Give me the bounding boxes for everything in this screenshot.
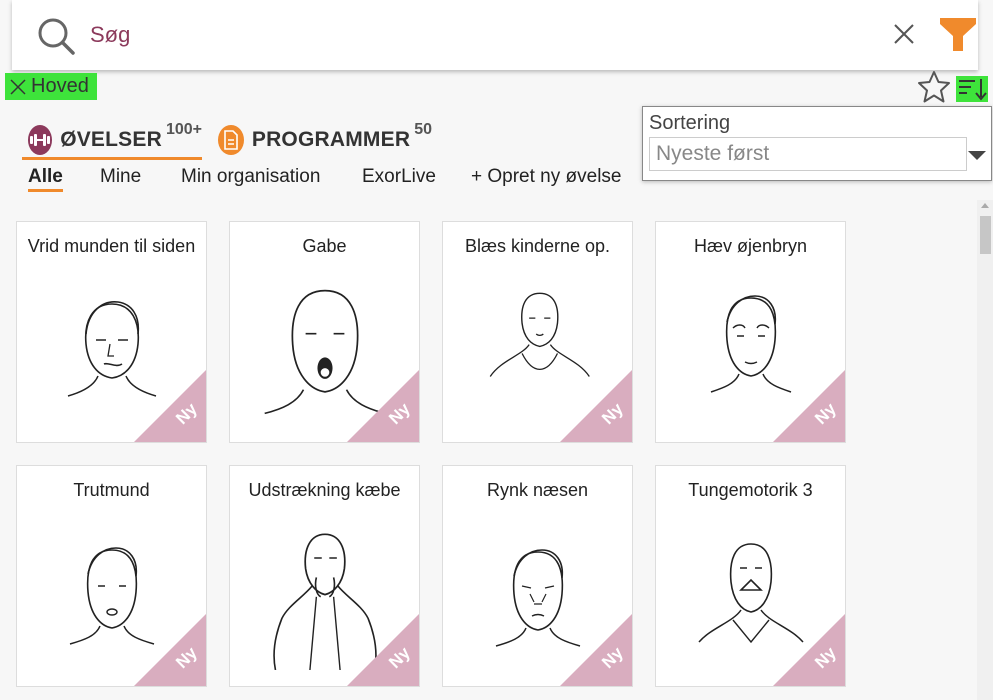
exercise-card[interactable]: Udstrækning kæbe Ny	[229, 465, 420, 687]
filter-funnel-icon[interactable]	[938, 14, 978, 54]
tab-programmer[interactable]: PROGRAMMER 50	[212, 121, 432, 158]
sub-tab-alle[interactable]: Alle	[28, 166, 63, 192]
filter-chip-hoved[interactable]: Hoved	[5, 73, 97, 100]
card-title: Rynk næsen	[486, 480, 589, 500]
sort-panel: Sortering Nyeste først	[642, 106, 992, 181]
card-title: Vrid munden til siden	[27, 236, 196, 256]
filter-chip-label: Hoved	[31, 75, 89, 97]
exercise-card[interactable]: Tungemotorik 3 Ny	[655, 465, 846, 687]
exercise-card[interactable]: Gabe Ny	[229, 221, 420, 443]
card-title: Hæv øjenbryn	[693, 236, 808, 256]
tab-ovelser-count: 100+	[165, 120, 202, 138]
exercise-card[interactable]: Hæv øjenbryn Ny	[655, 221, 846, 443]
card-title: Udstrækning kæbe	[248, 480, 401, 500]
tab-ovelser-label: ØVELSER	[60, 127, 162, 151]
card-title: Tungemotorik 3	[688, 480, 813, 500]
dumbbell-icon	[28, 124, 53, 155]
scroll-up-arrow-icon[interactable]	[981, 203, 989, 208]
card-title: Blæs kinderne op.	[464, 236, 611, 256]
sort-select[interactable]: Nyeste først	[649, 137, 967, 171]
exercise-card[interactable]: Rynk næsen Ny	[442, 465, 633, 687]
sub-tabs: Alle Mine Min organisation ExorLive + Op…	[0, 166, 640, 196]
search-input[interactable]: Søg	[90, 22, 130, 48]
create-exercise-link[interactable]: + Opret ny øvelse	[471, 166, 621, 188]
sub-tab-min-organisation[interactable]: Min organisation	[181, 166, 320, 188]
remove-filter-icon[interactable]	[9, 78, 27, 96]
exercise-card[interactable]: Trutmund Ny	[16, 465, 207, 687]
search-icon[interactable]	[36, 16, 76, 56]
exercise-card[interactable]: Vrid munden til siden Ny	[16, 221, 207, 443]
chevron-down-icon[interactable]	[968, 151, 986, 160]
sub-tab-exorlive[interactable]: ExorLive	[362, 166, 436, 188]
sub-tab-mine[interactable]: Mine	[100, 166, 141, 188]
tab-ovelser[interactable]: ØVELSER 100+	[22, 120, 202, 160]
sort-icon[interactable]	[956, 76, 988, 102]
tab-programmer-count: 50	[414, 121, 432, 138]
close-icon[interactable]	[892, 22, 916, 46]
exercise-card[interactable]: Blæs kinderne op. Ny	[442, 221, 633, 443]
card-title: Gabe	[302, 236, 347, 256]
sort-label: Sortering	[649, 112, 731, 134]
document-icon	[218, 125, 244, 155]
scroll-thumb[interactable]	[980, 216, 991, 254]
tab-programmer-label: PROGRAMMER	[251, 128, 411, 151]
search-bar[interactable]: Søg	[12, 0, 978, 70]
favorite-star-icon[interactable]	[917, 70, 951, 104]
scrollbar[interactable]	[977, 200, 993, 700]
card-title: Trutmund	[73, 480, 150, 500]
